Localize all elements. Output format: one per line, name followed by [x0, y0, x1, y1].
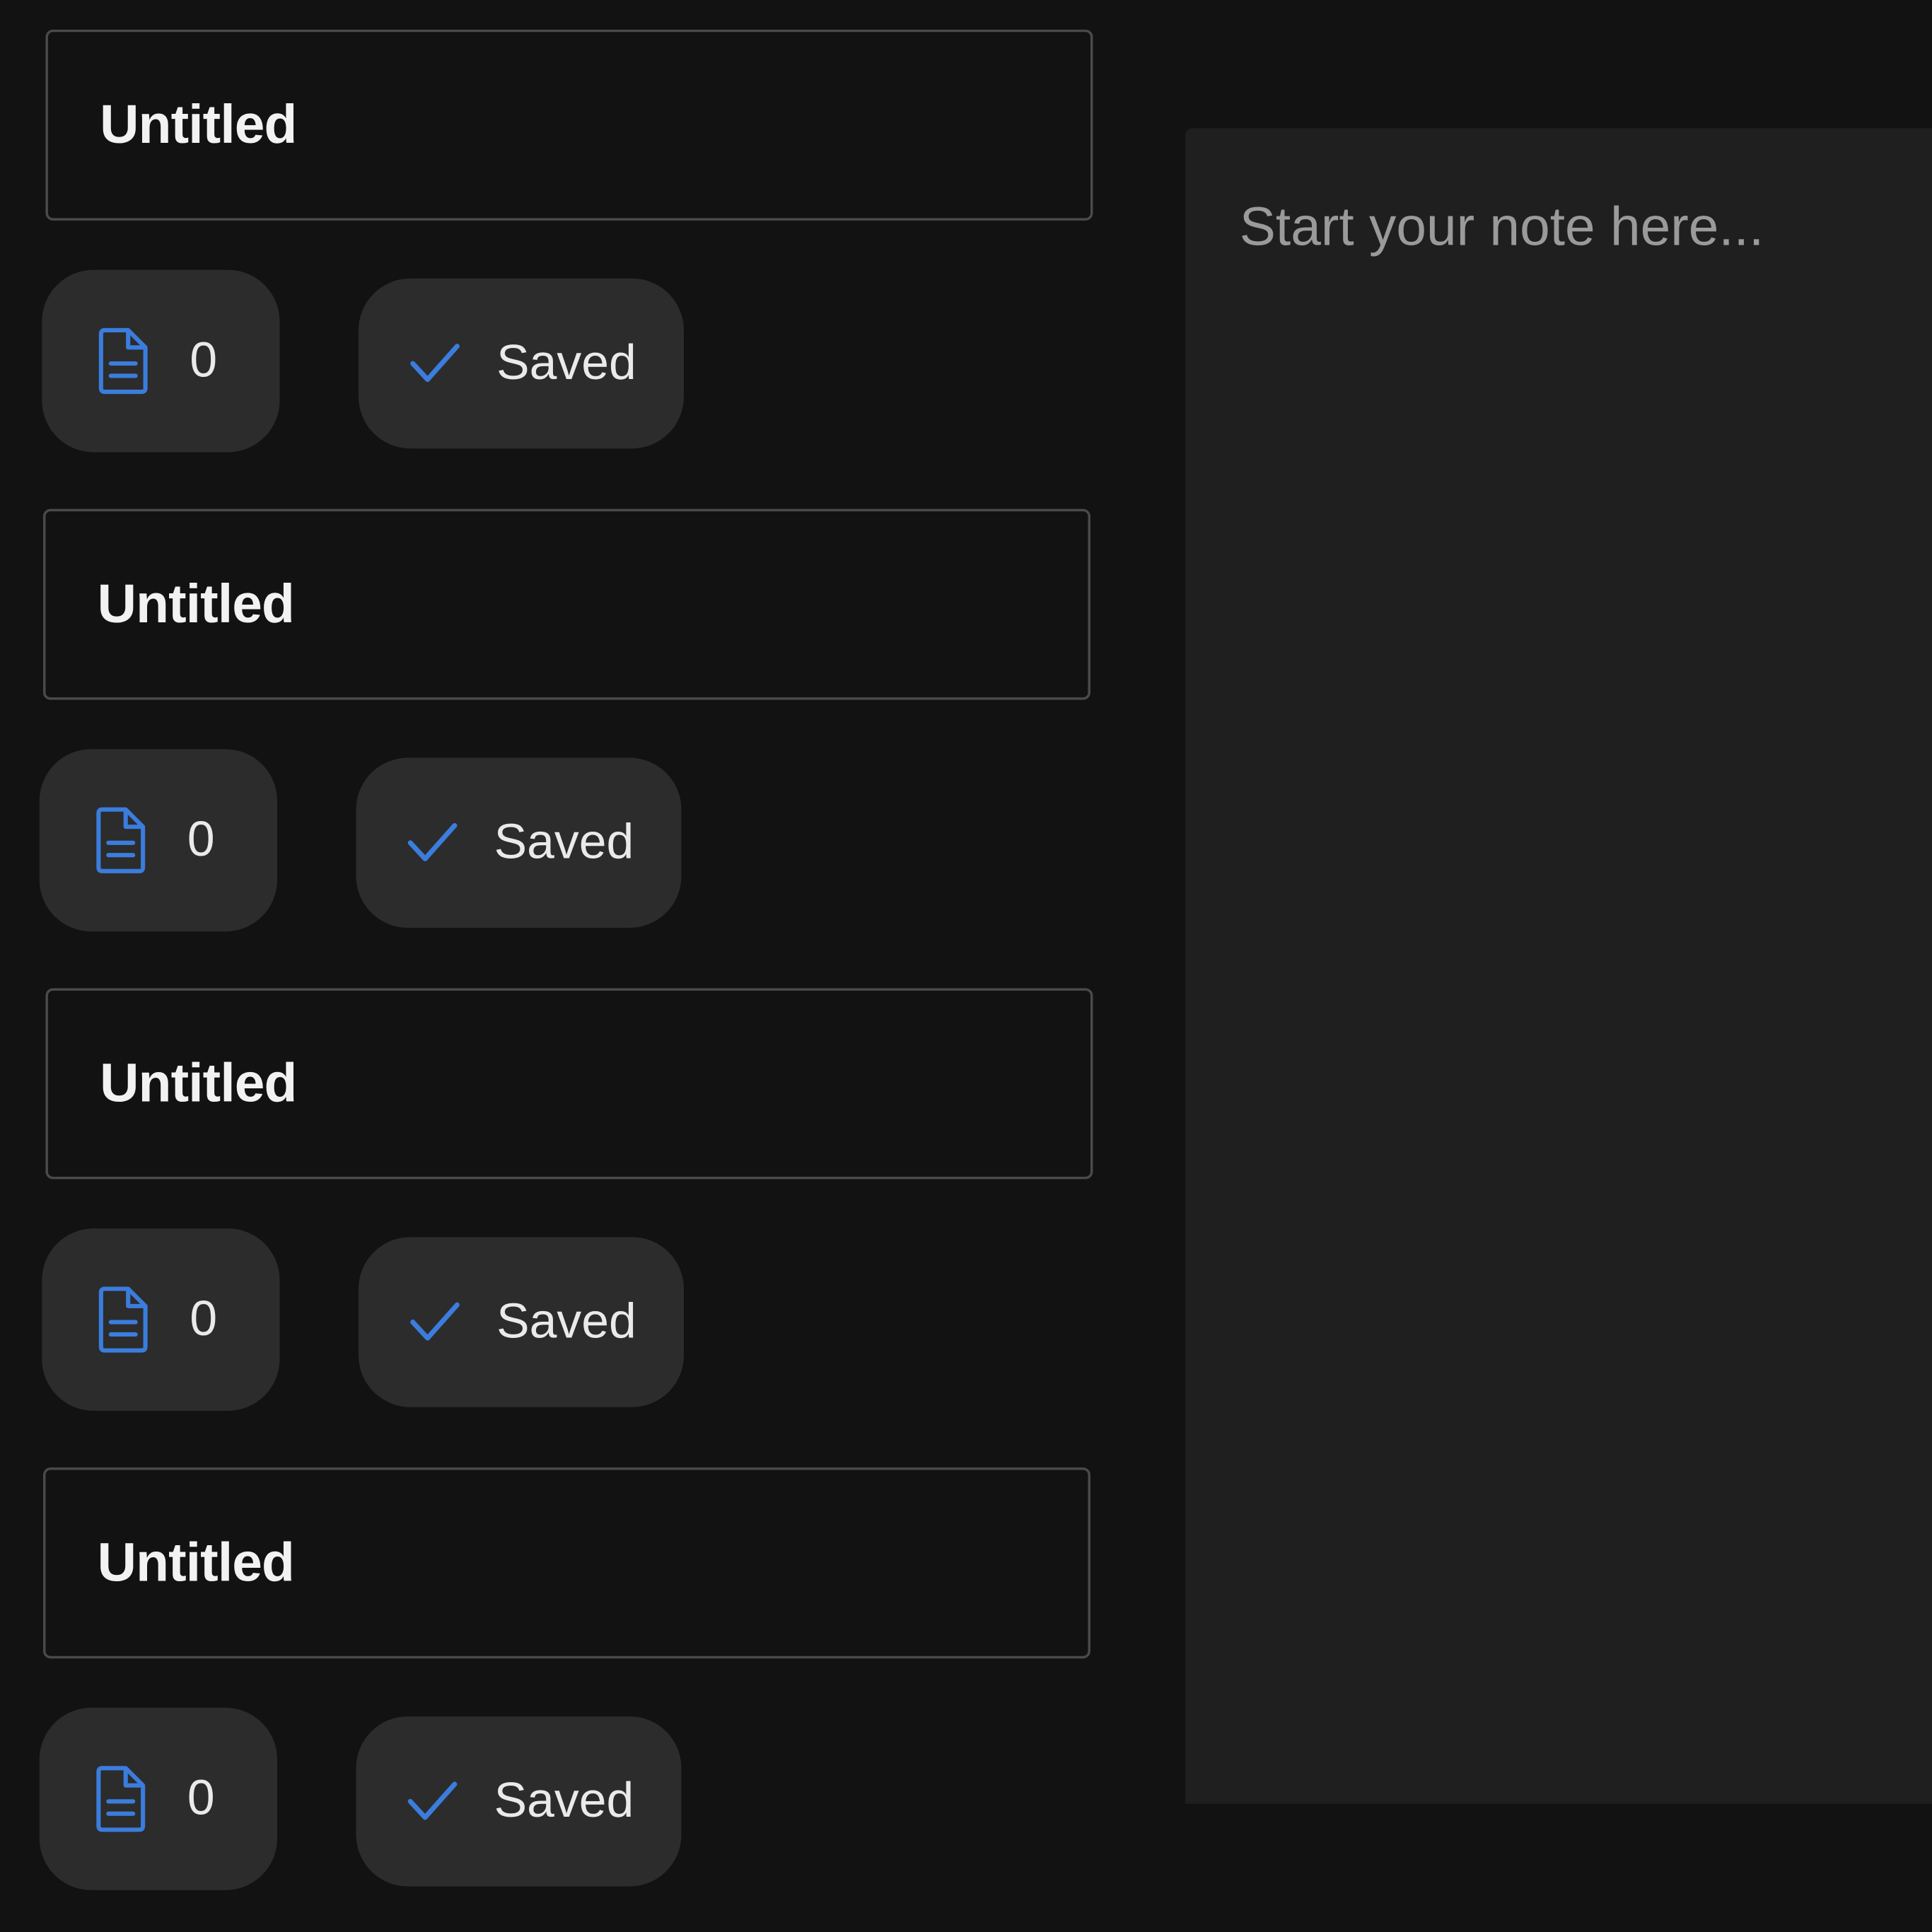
word-count-value: 0 [187, 813, 215, 867]
note-title-input[interactable]: Untitled [42, 508, 1090, 700]
checkmark-icon [407, 1781, 458, 1820]
note-title-input[interactable]: Untitled [42, 1467, 1090, 1659]
note-title-text: Untitled [97, 1532, 295, 1593]
document-icon [98, 1286, 148, 1353]
saved-status-badge: Saved [356, 1716, 682, 1887]
document-icon [96, 1766, 146, 1832]
word-count-badge: 0 [42, 269, 280, 453]
saved-status-label: Saved [494, 815, 634, 870]
checkmark-icon [407, 822, 458, 861]
word-count-value: 0 [187, 1771, 215, 1826]
saved-status-badge: Saved [359, 1237, 685, 1407]
word-count-badge: 0 [39, 1707, 278, 1890]
checkmark-icon [410, 1302, 460, 1341]
document-icon [96, 807, 146, 873]
word-count-badge: 0 [39, 749, 278, 932]
word-count-badge: 0 [42, 1228, 280, 1411]
checkmark-icon [410, 344, 460, 383]
note-title-text: Untitled [100, 94, 297, 155]
editor-placeholder: Start your note here... [1239, 197, 1764, 258]
note-title-text: Untitled [97, 574, 295, 634]
saved-status-label: Saved [496, 1294, 636, 1349]
note-title-input[interactable]: Untitled [45, 988, 1093, 1180]
word-count-value: 0 [190, 333, 218, 388]
saved-status-badge: Saved [356, 757, 682, 928]
app-root: Untitled 0 Saved Untitled 0 Saved Untitl… [0, 0, 1932, 1932]
saved-status-label: Saved [496, 335, 636, 390]
saved-status-label: Saved [494, 1774, 634, 1828]
word-count-value: 0 [190, 1291, 218, 1346]
document-icon [98, 327, 148, 395]
note-title-input[interactable]: Untitled [45, 29, 1093, 221]
note-title-text: Untitled [100, 1052, 297, 1114]
note-editor[interactable]: Start your note here... [1185, 128, 1932, 1804]
saved-status-badge: Saved [359, 278, 685, 449]
